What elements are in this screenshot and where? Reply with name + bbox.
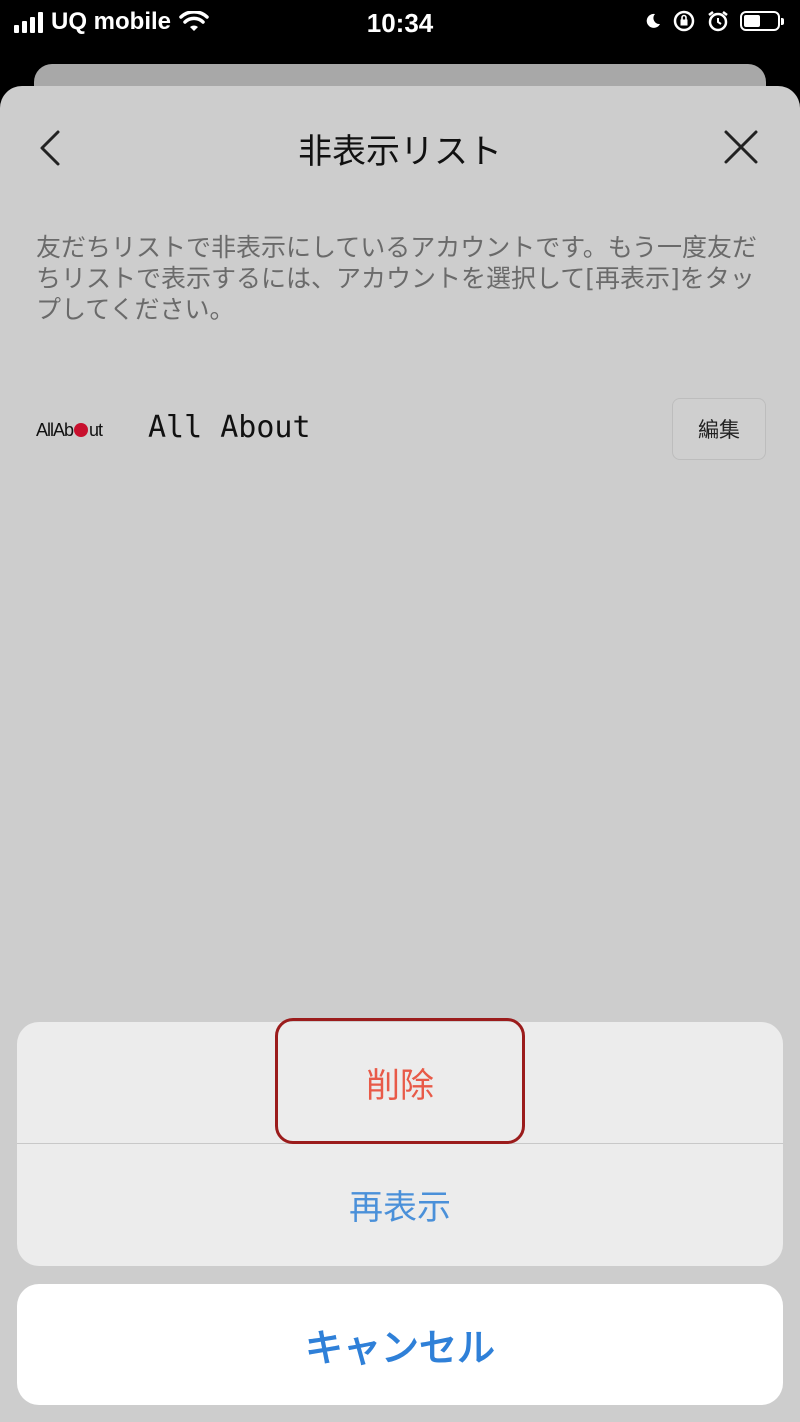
page-title: 非表示リスト — [298, 132, 502, 172]
close-icon — [724, 130, 758, 164]
account-logo: AllAb ut — [36, 416, 103, 444]
status-right — [644, 9, 784, 33]
highlight-frame — [275, 1018, 525, 1144]
battery-level — [744, 15, 761, 27]
edit-button[interactable]: 編集 — [672, 398, 766, 460]
logo-dot-icon — [74, 423, 89, 437]
account-row[interactable]: AllAb ut All About 編集 — [36, 398, 766, 460]
cancel-button[interactable]: キャンセル — [17, 1284, 783, 1405]
battery-icon — [740, 11, 784, 31]
logo-text-right: ut — [89, 419, 103, 440]
orientation-lock-icon — [673, 10, 695, 32]
description-text: 友だちリストで非表示にしているアカウントです。もう一度友だちリストで表示するには… — [36, 233, 758, 324]
alarm-icon — [708, 11, 728, 32]
status-bar: UQ mobile 10:34 — [0, 0, 800, 46]
logo-text-left: AllAb — [36, 419, 74, 440]
account-name: All About — [148, 410, 311, 445]
close-button[interactable] — [718, 124, 764, 170]
moon-icon — [646, 13, 660, 28]
redisplay-button[interactable]: 再表示 — [17, 1144, 783, 1265]
